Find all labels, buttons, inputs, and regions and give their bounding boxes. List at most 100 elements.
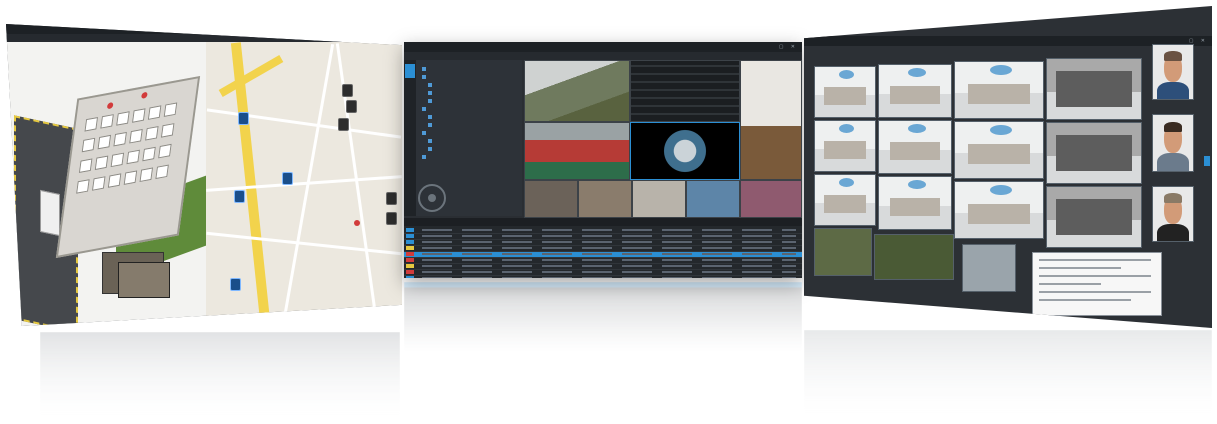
camera-popup-thumbnail[interactable] [118,262,170,298]
camera-tile[interactable] [878,176,952,230]
live-view-menubar [404,52,802,60]
tree-item[interactable] [428,114,434,120]
map-pin-icon[interactable] [338,118,349,131]
camera-tile[interactable] [1046,186,1142,248]
tree-item[interactable] [428,90,434,96]
map-window-menubar [6,34,402,42]
ptz-joystick-icon[interactable] [418,184,446,212]
showcase-stage: ▢ ✕ ▢ ✕ ▢ ✕ [0,0,1217,424]
floor-reflection [804,330,1212,414]
camera-tile[interactable] [814,66,876,118]
map-pin-icon[interactable] [346,100,357,113]
building-3d [55,75,201,259]
camera-icon [422,66,426,71]
tree-item[interactable] [422,130,428,136]
fisheye-video-tile[interactable] [630,122,740,180]
isometric-floorplan[interactable] [6,42,206,326]
truck [40,189,60,237]
camera-icon [422,130,426,135]
map-window-titlebar: ▢ ✕ [6,24,402,34]
event-type-icon [406,234,414,238]
map-pin-icon[interactable] [234,190,245,203]
map-pin-icon[interactable] [230,278,241,291]
street-map[interactable] [206,42,402,326]
tree-item[interactable] [422,74,428,80]
video-tile[interactable] [524,60,630,122]
map-pin-icon[interactable] [282,172,293,185]
tree-item[interactable] [422,154,428,160]
tree-item[interactable] [428,146,434,152]
camera-tile[interactable] [814,120,876,172]
side-indicator [1204,156,1210,166]
camera-tile[interactable] [1046,58,1142,120]
video-tile[interactable] [632,180,686,218]
map-pin-icon[interactable] [342,84,353,97]
video-tile[interactable] [524,180,578,218]
video-grid [524,60,802,218]
street [206,231,402,256]
face-window-titlebar: ▢ ✕ [804,36,1212,46]
camera-icon [422,154,426,159]
camera-icon [422,106,426,111]
tree-item[interactable] [422,106,428,112]
camera-tile[interactable] [1046,122,1142,184]
side-tab-active[interactable] [405,64,415,78]
camera-tree-panel [404,60,522,216]
camera-tile[interactable] [954,121,1044,179]
face-recognition-window: ▢ ✕ [804,6,1212,328]
camera-tile[interactable] [954,61,1044,119]
event-type-icon [406,240,414,244]
camera-tile[interactable] [878,120,952,174]
camera-icon [428,82,432,87]
tree-item[interactable] [422,66,428,72]
event-type-icon [406,258,414,262]
video-tile[interactable] [578,180,632,218]
video-tile[interactable] [740,60,802,180]
tree-item[interactable] [428,138,434,144]
video-tile[interactable] [686,180,740,218]
camera-tile[interactable] [814,174,876,226]
event-type-icon [406,264,414,268]
camera-tile[interactable] [814,228,872,276]
floor-reflection [40,332,400,416]
window-controls[interactable]: ▢ ✕ [379,24,398,34]
video-tile[interactable] [630,60,740,122]
camera-tile[interactable] [878,64,952,118]
camera-tile[interactable] [874,234,954,280]
tree-item[interactable] [428,122,434,128]
alarm-marker-icon[interactable] [354,220,360,226]
camera-icon [428,146,432,151]
event-type-icon [406,228,414,232]
event-type-icon [406,246,414,250]
map-pin-icon[interactable] [238,112,249,125]
alarm-marker-icon[interactable] [141,91,148,99]
camera-tile[interactable] [954,181,1044,239]
camera-icon [428,90,432,95]
video-tile[interactable] [524,122,630,180]
map-pin-icon[interactable] [386,212,397,225]
video-tile[interactable] [740,180,802,218]
event-type-icon [406,276,414,278]
face-match-thumbnail[interactable] [1152,114,1194,172]
event-type-icon [406,270,414,274]
event-list-header [404,218,802,226]
side-tab-strip [404,60,416,216]
tree-item[interactable] [428,82,434,88]
camera-icon [428,122,432,127]
map-window: ▢ ✕ [6,24,402,326]
face-match-thumbnail[interactable] [1152,186,1194,242]
street [206,108,402,139]
window-controls[interactable]: ▢ ✕ [779,42,798,52]
floor-reflection [404,282,802,352]
recognition-report[interactable] [1032,252,1162,316]
event-row[interactable] [404,276,802,278]
face-match-thumbnail[interactable] [1152,44,1194,100]
map-pin-icon[interactable] [386,192,397,205]
camera-icon [422,74,426,79]
camera-icon [428,138,432,143]
major-road [218,55,284,97]
tree-item[interactable] [428,98,434,104]
camera-tile[interactable] [962,244,1016,292]
alarm-marker-icon[interactable] [106,102,114,110]
event-list [404,218,802,278]
